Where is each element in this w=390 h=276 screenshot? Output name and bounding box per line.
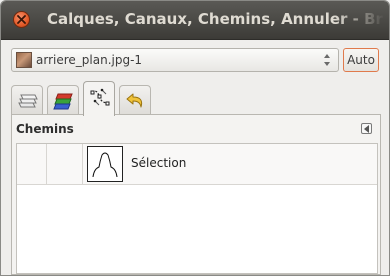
image-thumbnail-icon bbox=[16, 52, 32, 68]
channels-icon bbox=[53, 93, 73, 110]
dock-tabs bbox=[11, 81, 381, 116]
layers-icon bbox=[18, 94, 38, 108]
path-name: Sélection bbox=[131, 156, 187, 170]
image-selector-row: arriere_plan.jpg-1 Auto bbox=[11, 48, 379, 74]
tab-undo[interactable] bbox=[119, 85, 151, 115]
image-combo-value: arriere_plan.jpg-1 bbox=[36, 53, 143, 67]
paths-list[interactable]: Sélection bbox=[16, 143, 378, 274]
dialog-window: Calques, Canaux, Chemins, Annuler - Br a… bbox=[0, 0, 390, 276]
auto-button[interactable]: Auto bbox=[343, 48, 379, 72]
tab-channels[interactable] bbox=[47, 85, 79, 115]
path-thumbnail-icon bbox=[87, 146, 123, 182]
paths-panel: Chemins Sélection bbox=[11, 114, 381, 275]
panel-menu-button[interactable] bbox=[361, 123, 372, 134]
tab-paths[interactable] bbox=[83, 81, 115, 116]
title-bar[interactable]: Calques, Canaux, Chemins, Annuler - Br bbox=[1, 1, 389, 40]
triangle-left-icon bbox=[364, 125, 369, 133]
window-title: Calques, Canaux, Chemins, Annuler - Br bbox=[47, 10, 383, 28]
chain-toggle[interactable] bbox=[47, 144, 83, 184]
close-button[interactable] bbox=[13, 11, 30, 28]
close-icon bbox=[17, 15, 26, 24]
paths-icon bbox=[90, 88, 110, 106]
visibility-toggle[interactable] bbox=[17, 144, 47, 184]
panel-title: Chemins bbox=[16, 122, 74, 136]
image-combo-box[interactable]: arriere_plan.jpg-1 bbox=[11, 48, 339, 72]
path-row[interactable]: Sélection bbox=[17, 144, 377, 185]
tab-layers[interactable] bbox=[11, 85, 43, 115]
updown-arrows-icon bbox=[324, 54, 330, 66]
undo-icon bbox=[126, 93, 143, 108]
panel-header: Chemins bbox=[12, 115, 380, 143]
